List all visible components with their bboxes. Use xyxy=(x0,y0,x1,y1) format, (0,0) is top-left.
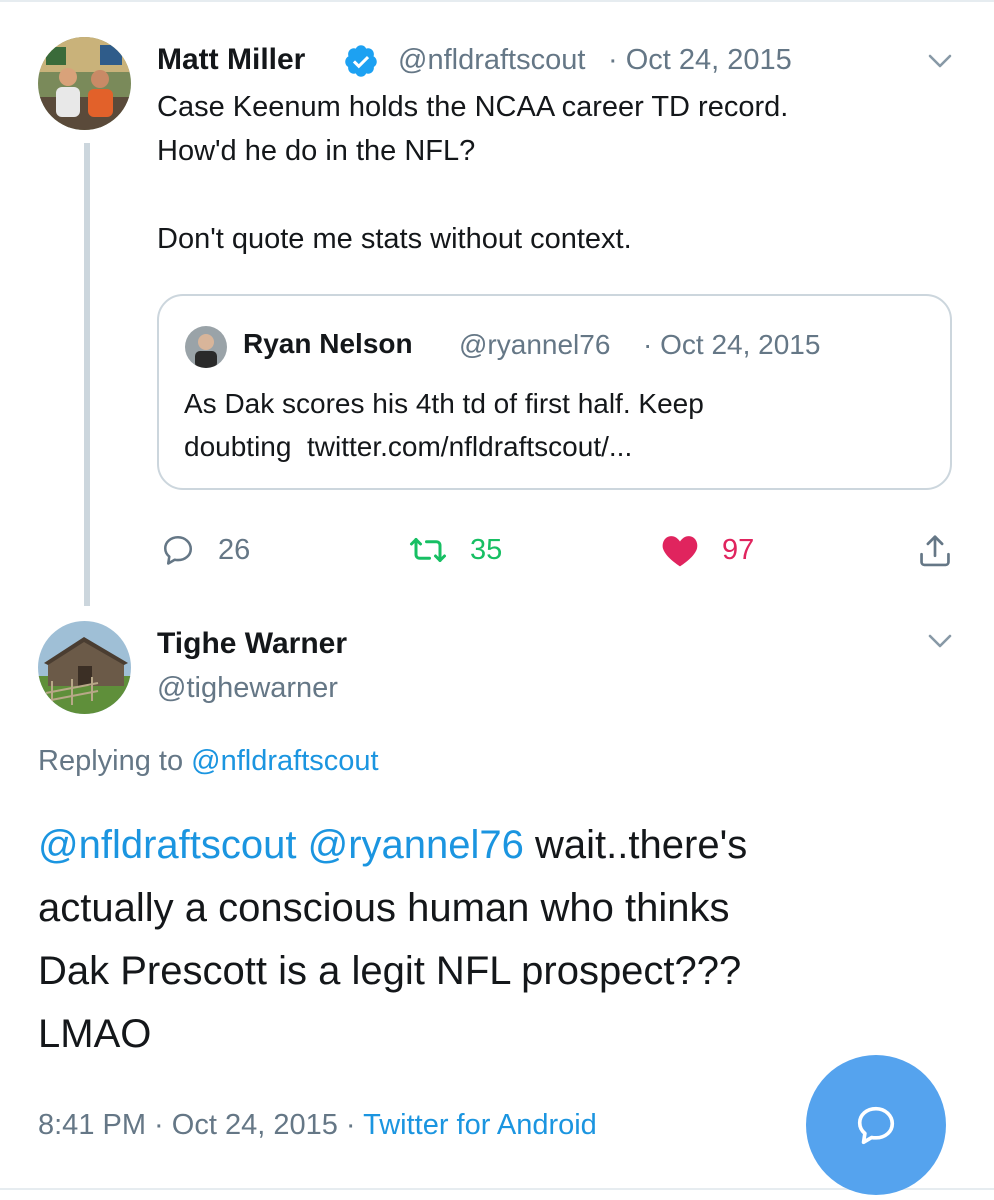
reply-text-line-4: LMAO xyxy=(38,1012,152,1056)
tweet-text: Case Keenum holds the NCAA career TD rec… xyxy=(157,91,789,255)
reply-text-segment: wait..there's xyxy=(523,823,748,867)
compose-reply-icon xyxy=(857,1106,895,1145)
mention-link[interactable]: @nfldraftscout xyxy=(38,823,297,867)
reply-author-name[interactable]: Tighe Warner xyxy=(157,624,347,664)
reply-text-line-3: Dak Prescott is a legit NFL prospect??? xyxy=(38,949,742,993)
retweet-icon xyxy=(410,538,446,562)
heart-icon xyxy=(662,536,698,567)
thread-connector-line xyxy=(84,143,90,606)
reply-text-line-2: actually a conscious human who thinks xyxy=(38,886,730,930)
retweet-action[interactable]: 35 xyxy=(408,530,502,570)
tighe-warner-avatar[interactable] xyxy=(38,621,131,714)
author-name[interactable]: Matt Miller xyxy=(157,40,305,80)
reply-count: 26 xyxy=(218,533,251,566)
top-divider xyxy=(0,0,994,2)
quoted-author-handle: @ryannel76 xyxy=(459,329,611,360)
ryan-nelson-avatar xyxy=(185,326,227,368)
reply-meta-line: 8:41 PM · Oct 24, 2015 · Twitter for And… xyxy=(38,1105,597,1145)
chevron-down-icon[interactable] xyxy=(925,50,955,72)
replying-to-label: Replying to xyxy=(38,745,184,777)
quoted-tweet-date: · Oct 24, 2015 xyxy=(643,329,821,360)
mention-link[interactable]: @ryannel76 xyxy=(308,823,524,867)
tweet-date[interactable]: · Oct 24, 2015 xyxy=(608,40,792,80)
replying-to-line: Replying to @nfldraftscout xyxy=(38,741,379,781)
reply-icon xyxy=(163,535,193,565)
like-action[interactable]: 97 xyxy=(660,530,754,570)
reply-timestamp[interactable]: 8:41 PM · Oct 24, 2015 · xyxy=(38,1109,356,1141)
share-icon[interactable] xyxy=(916,532,954,570)
source-app-link[interactable]: Twitter for Android xyxy=(363,1109,597,1141)
author-handle[interactable]: @nfldraftscout xyxy=(398,40,585,80)
replying-to-handle-link[interactable]: @nfldraftscout xyxy=(191,745,378,777)
reply-author-handle[interactable]: @tighewarner xyxy=(157,668,338,708)
quoted-tweet-card[interactable]: Ryan Nelson @ryannel76 · Oct 24, 2015 As… xyxy=(157,294,952,490)
bottom-divider xyxy=(0,1188,994,1190)
matt-miller-avatar[interactable] xyxy=(38,37,131,130)
quoted-tweet-text: As Dak scores his 4th td of first half. … xyxy=(184,388,704,462)
verified-badge-icon xyxy=(345,45,377,77)
chevron-down-icon[interactable] xyxy=(925,630,955,652)
quoted-author-name: Ryan Nelson xyxy=(243,328,413,359)
like-count: 97 xyxy=(722,533,755,566)
reply-text-line-1: @nfldraftscout @ryannel76 wait..there's xyxy=(38,814,747,877)
reply-action[interactable]: 26 xyxy=(160,530,250,570)
retweet-count: 35 xyxy=(470,533,503,566)
compose-reply-button[interactable] xyxy=(806,1055,946,1195)
reply-tweet-text: @nfldraftscout @ryannel76 wait..there's … xyxy=(38,814,747,1066)
